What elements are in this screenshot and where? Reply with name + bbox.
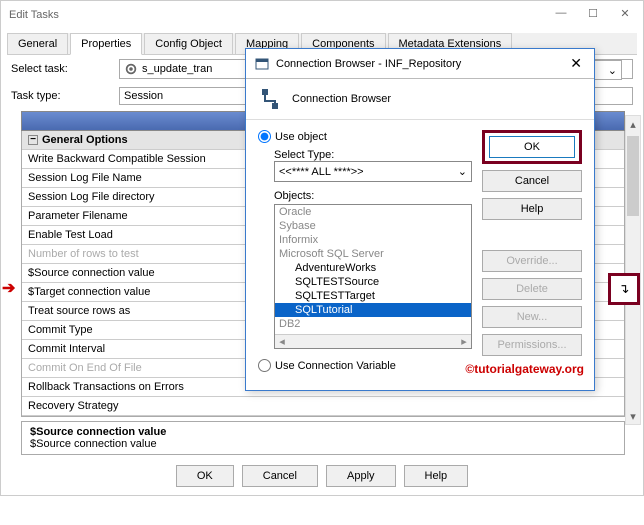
bottom-buttons: OK Cancel Apply Help — [1, 457, 643, 495]
list-item[interactable]: Sybase — [275, 219, 471, 233]
desc-text: $Source connection value — [30, 438, 616, 450]
dialog-titlebar: Connection Browser - INF_Repository ✕ — [246, 49, 594, 79]
tab-general[interactable]: General — [7, 33, 68, 54]
dialog-icon — [254, 56, 270, 72]
dialog-permissions-button: Permissions... — [482, 334, 582, 356]
titlebar: Edit Tasks — ☐ ✕ — [1, 1, 643, 29]
gear-icon — [124, 62, 138, 76]
select-type-value: <<**** ALL ****>> — [279, 166, 364, 178]
scroll-down-icon[interactable]: ▾ — [626, 408, 640, 424]
close-icon[interactable]: ✕ — [615, 7, 635, 23]
use-object-radio[interactable] — [258, 130, 271, 143]
dialog-left-panel: Use object Select Type: <<**** ALL ****>… — [258, 130, 472, 378]
dialog-close-icon[interactable]: ✕ — [566, 55, 586, 72]
tab-config-object[interactable]: Config Object — [144, 33, 233, 54]
horizontal-scrollbar[interactable]: ◂ ▸ — [275, 334, 471, 348]
list-item[interactable]: Oracle — [275, 205, 471, 219]
dialog-subtitle: Connection Browser — [292, 93, 391, 105]
objects-list[interactable]: Oracle Sybase Informix Microsoft SQL Ser… — [274, 204, 472, 349]
connection-icon — [258, 87, 282, 111]
watermark: ©tutorialgateway.org — [465, 362, 584, 376]
task-type-label: Task type: — [11, 90, 111, 102]
select-type-label: Select Type: — [274, 149, 472, 161]
ok-highlight-box: OK — [482, 130, 582, 164]
minimize-icon[interactable]: — — [551, 7, 571, 23]
ok-button[interactable]: OK — [176, 465, 234, 487]
list-item[interactable]: SQLTESTTarget — [275, 289, 471, 303]
apply-button[interactable]: Apply — [326, 465, 396, 487]
collapse-icon[interactable]: − — [28, 135, 38, 145]
dropdown-arrow-icon: ↴ — [619, 281, 630, 297]
dialog-help-button[interactable]: Help — [482, 198, 582, 220]
use-object-radio-row[interactable]: Use object — [258, 130, 472, 143]
vertical-scrollbar[interactable]: ▴ ▾ — [625, 115, 641, 425]
list-item-selected[interactable]: SQLTutorial — [275, 303, 471, 317]
list-item[interactable]: AdventureWorks — [275, 261, 471, 275]
dialog-delete-button: Delete — [482, 278, 582, 300]
dialog-right-panel: OK Cancel Help Override... Delete New...… — [482, 130, 582, 378]
list-item[interactable]: DB2 — [275, 317, 471, 331]
dialog-override-button: Override... — [482, 250, 582, 272]
dialog-subtitle-bar: Connection Browser — [246, 79, 594, 120]
scroll-thumb[interactable] — [627, 136, 639, 216]
value-dropdown-button[interactable]: ↴ — [608, 273, 640, 305]
select-task-value: s_update_tran — [142, 63, 212, 75]
scroll-right-icon[interactable]: ▸ — [457, 335, 471, 348]
task-type-value: Session — [124, 90, 163, 102]
help-button[interactable]: Help — [404, 465, 469, 487]
select-task-label: Select task: — [11, 63, 111, 75]
window-title: Edit Tasks — [9, 9, 551, 21]
list-item[interactable]: Microsoft SQL Server — [275, 247, 471, 261]
use-conn-var-radio[interactable] — [258, 359, 271, 372]
use-object-label: Use object — [275, 131, 327, 143]
scroll-up-icon[interactable]: ▴ — [626, 116, 640, 132]
use-conn-var-label: Use Connection Variable — [275, 360, 396, 372]
chevron-down-icon: ⌄ — [608, 64, 617, 77]
chevron-down-icon: ⌄ — [458, 165, 467, 178]
arrow-marker-icon: ➔ — [2, 278, 15, 298]
dialog-ok-button[interactable]: OK — [489, 136, 575, 158]
dialog-cancel-button[interactable]: Cancel — [482, 170, 582, 192]
dialog-new-button: New... — [482, 306, 582, 328]
attr-row[interactable]: Recovery Strategy — [22, 397, 624, 416]
list-item[interactable]: SQLTESTSource — [275, 275, 471, 289]
cancel-button[interactable]: Cancel — [242, 465, 318, 487]
description-panel: $Source connection value $Source connect… — [21, 421, 625, 455]
scroll-left-icon[interactable]: ◂ — [275, 335, 289, 348]
connection-browser-dialog: Connection Browser - INF_Repository ✕ Co… — [245, 48, 595, 391]
objects-label: Objects: — [274, 190, 472, 202]
desc-title: $Source connection value — [30, 426, 616, 438]
maximize-icon[interactable]: ☐ — [583, 7, 603, 23]
tab-properties[interactable]: Properties — [70, 33, 142, 55]
use-conn-var-radio-row[interactable]: Use Connection Variable — [258, 359, 472, 372]
dialog-body: Use object Select Type: <<**** ALL ****>… — [246, 120, 594, 390]
select-type-field[interactable]: <<**** ALL ****>> ⌄ — [274, 161, 472, 182]
dialog-title: Connection Browser - INF_Repository — [276, 58, 566, 70]
list-item[interactable]: Informix — [275, 233, 471, 247]
